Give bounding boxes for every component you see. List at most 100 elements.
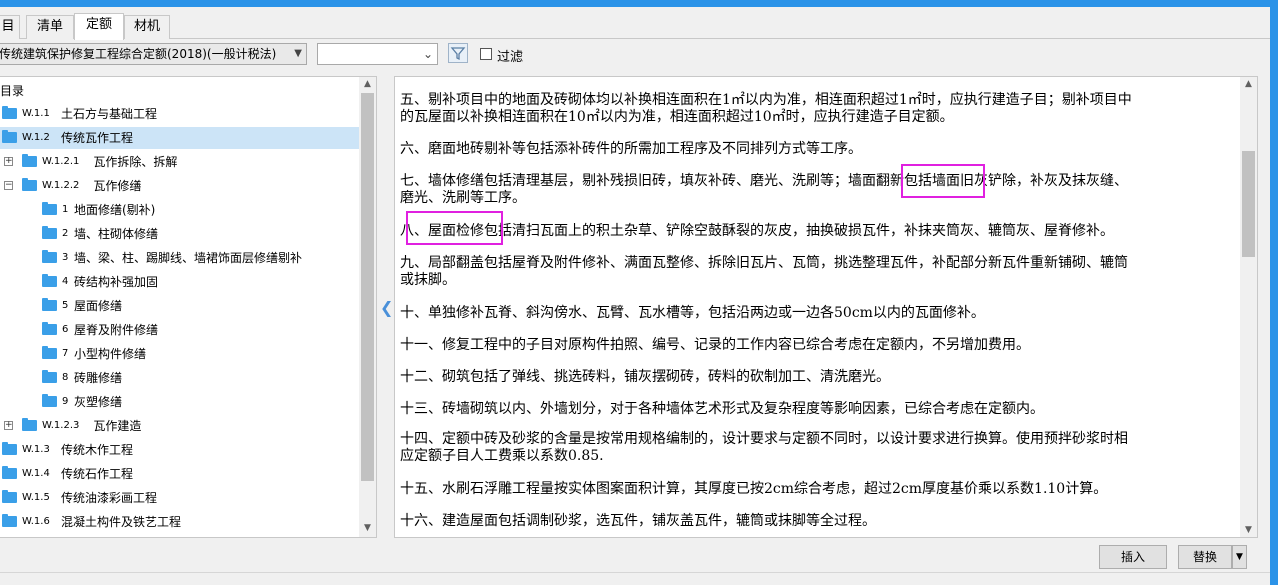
tree-item[interactable]: + W.1.2.3 瓦作建造 (0, 415, 360, 437)
tree-item[interactable]: 4 砖结构补强加固 (0, 271, 360, 293)
tree-item-code: 6 (62, 324, 69, 335)
scroll-up-icon[interactable]: ▲ (359, 77, 376, 91)
folder-icon (42, 370, 57, 383)
filter-checkbox[interactable] (480, 48, 492, 60)
tab-directory[interactable]: 目 (0, 15, 20, 39)
tree-item-code: 3 (62, 252, 69, 263)
scroll-down-icon[interactable]: ▼ (359, 521, 376, 535)
highlight-box-wall-renovation (901, 164, 985, 198)
tab-bill[interactable]: 清单 (26, 15, 74, 39)
folder-icon (42, 226, 57, 239)
folder-icon (2, 514, 17, 527)
folder-icon (42, 274, 57, 287)
quota-note-paragraph: 十六、建造屋面包括调制砂浆，选瓦件，铺灰盖瓦件，辘筒或抹脚等全过程。 (400, 513, 1235, 530)
scroll-up-icon[interactable]: ▲ (1240, 77, 1257, 91)
paragraph-line: 十二、砌筑包括了弹线、挑选砖料，铺灰摆砌砖，砖料的砍制加工、清洗磨光。 (400, 369, 890, 385)
tree-item-code: 7 (62, 348, 69, 359)
paragraph-line: 磨光、洗刷等工序。 (400, 190, 526, 206)
paragraph-line: 十五、水刷石浮雕工程量按实体图案面积计算，其厚度已按2cm综合考虑，超过2cm厚… (400, 481, 1108, 497)
tree-item-code: W.1.4 (22, 468, 50, 479)
tree-header: 目录 (0, 84, 25, 98)
quota-note-paragraph: 十三、砖墙砌筑以内、外墙划分，对于各种墙体艺术形式及复杂程度等影响因素，已综合考… (400, 401, 1235, 418)
tab-bar: 目 清单 定额 材机 (0, 13, 1270, 40)
folder-icon (42, 202, 57, 215)
scroll-down-icon[interactable]: ▼ (1240, 523, 1257, 537)
tree-item-label: 屋脊及附件修缮 (74, 323, 159, 337)
quota-note-paragraph: 七、墙体修缮包括清理基层，剔补残损旧砖，填灰补砖、磨光、洗刷等；墙面翻新包括墙面… (400, 173, 1235, 207)
tree-item[interactable]: 2 墙、柱砌体修缮 (0, 223, 360, 245)
paragraph-line: 的瓦屋面以补换相连面积在10㎡以内为准，相连面积超过10㎡时，应执行建造子目定额… (400, 109, 954, 125)
paragraph-line: 十、单独修补瓦脊、斜沟傍水、瓦臂、瓦水槽等，包括沿两边或一边各50cm以内的瓦面… (400, 305, 985, 321)
tree-item[interactable]: 9 灰塑修缮 (0, 391, 360, 413)
folder-icon (2, 106, 17, 119)
highlight-box-roof-inspection (406, 211, 503, 245)
tree-item-code: W.1.2.2 (42, 180, 80, 191)
insert-button[interactable]: 插入 (1099, 545, 1167, 569)
collapse-panel-icon[interactable]: ❮ (380, 298, 393, 317)
window-right-border (1270, 0, 1278, 585)
tree-scrollbar[interactable]: ▲ ▼ (359, 77, 376, 537)
expand-icon[interactable]: + (4, 157, 13, 166)
paragraph-line: 七、墙体修缮包括清理基层，剔补残损旧砖，填灰补砖、磨光、洗刷等；墙面翻新包括墙面… (400, 173, 1128, 189)
folder-icon (2, 130, 17, 143)
folder-icon (42, 322, 57, 335)
tree-item[interactable]: W.1.4 传统石作工程 (0, 463, 360, 485)
tree-item-label: 瓦作修缮 (93, 179, 142, 193)
expand-icon[interactable]: + (4, 421, 13, 430)
tree-item[interactable]: W.1.3 传统木作工程 (0, 439, 360, 461)
tree-item-code: 8 (62, 372, 69, 383)
tree-item-label: 灰塑修缮 (74, 395, 123, 409)
tree-item-code: 5 (62, 300, 69, 311)
tree-item[interactable]: W.1.6 混凝土构件及铁艺工程 (0, 511, 360, 533)
tree-item-label: 瓦作建造 (93, 419, 142, 433)
tree-item-code: 4 (62, 276, 69, 287)
collapse-icon[interactable]: − (4, 181, 13, 190)
chevron-down-icon: ▼ (1236, 552, 1243, 562)
tree-item-label: 墙、柱砌体修缮 (74, 227, 159, 241)
tree-item-label: 瓦作拆除、拆解 (93, 155, 178, 169)
tree-item[interactable]: 6 屋脊及附件修缮 (0, 319, 360, 341)
tree-item[interactable]: 1 地面修缮(剔补) (0, 199, 360, 221)
folder-icon (42, 346, 57, 359)
content-scrollbar[interactable]: ▲ ▼ (1240, 77, 1257, 537)
tab-materials[interactable]: 材机 (124, 15, 170, 39)
tree-item-label: 传统油漆彩画工程 (61, 491, 158, 505)
quota-note-paragraph: 十二、砌筑包括了弹线、挑选砖料，铺灰摆砌砖，砖料的砍制加工、清洗磨光。 (400, 369, 1235, 386)
tree-item-label: 土石方与基础工程 (61, 107, 158, 121)
paragraph-line: 十四、定额中砖及砂浆的含量是按常用规格编制的，设计要求与定额不同时，以设计要求进… (400, 431, 1128, 447)
quota-note-paragraph: 六、磨面地砖剔补等包括添补砖件的所需加工程序及不同排列方式等工序。 (400, 141, 1235, 158)
tree-item-label: 地面修缮(剔补) (74, 203, 156, 217)
tree-item[interactable]: + W.1.2.1 瓦作拆除、拆解 (0, 151, 360, 173)
norm-library-select[interactable]: 传统建筑保护修复工程综合定额(2018)(一般计税法) ▼ (0, 43, 307, 65)
folder-icon (22, 178, 37, 191)
tree-item-code: 9 (62, 396, 69, 407)
tree-item-code: 2 (62, 228, 69, 239)
directory-tree: 目录 W.1.1 土石方与基础工程 W.1.2 传统瓦作工程 + W.1.2.1 瓦作拆除、… (0, 76, 377, 538)
replace-dropdown-button[interactable]: ▼ (1232, 545, 1247, 569)
tab-quota[interactable]: 定额 (74, 13, 124, 40)
tree-item[interactable]: 5 屋面修缮 (0, 295, 360, 317)
quota-note-paragraph: 八、屋面检修包括清扫瓦面上的积土杂草、铲除空鼓酥裂的灰皮，抽换破损瓦件，补抹夹筒… (400, 223, 1235, 240)
tree-item[interactable]: 7 小型构件修缮 (0, 343, 360, 365)
tree-item[interactable]: W.1.2 传统瓦作工程 (0, 127, 360, 149)
quota-note-paragraph: 十、单独修补瓦脊、斜沟傍水、瓦臂、瓦水槽等，包括沿两边或一边各50cm以内的瓦面… (400, 305, 1235, 322)
tree-item-label: 砖雕修缮 (74, 371, 123, 385)
tree-item[interactable]: 8 砖雕修缮 (0, 367, 360, 389)
folder-icon (22, 154, 37, 167)
tree-item-label: 小型构件修缮 (74, 347, 147, 361)
replace-button[interactable]: 替换 (1178, 545, 1232, 569)
quota-note-paragraph: 五、剔补项目中的地面及砖砌体均以补换相连面积在1㎡以内为准，相连面积超过1㎡时，… (400, 92, 1235, 126)
filter-button[interactable] (448, 43, 468, 63)
tree-item[interactable]: W.1.1 土石方与基础工程 (0, 103, 360, 125)
tree-item-code: W.1.2.3 (42, 420, 80, 431)
content-scroll-thumb[interactable] (1242, 151, 1255, 257)
paragraph-line: 或抹脚。 (400, 272, 456, 288)
paragraph-line: 六、磨面地砖剔补等包括添补砖件的所需加工程序及不同排列方式等工序。 (400, 141, 862, 157)
chevron-down-icon: ▼ (294, 48, 302, 59)
tree-scroll-thumb[interactable] (361, 93, 374, 481)
chapter-select[interactable]: ⌄ (317, 43, 438, 65)
tree-item[interactable]: W.1.5 传统油漆彩画工程 (0, 487, 360, 509)
tree-item[interactable]: − W.1.2.2 瓦作修缮 (0, 175, 360, 197)
status-bar (0, 572, 1270, 585)
tree-item[interactable]: 3 墙、梁、柱、踢脚线、墙裙饰面层修缮剔补 (0, 247, 360, 269)
